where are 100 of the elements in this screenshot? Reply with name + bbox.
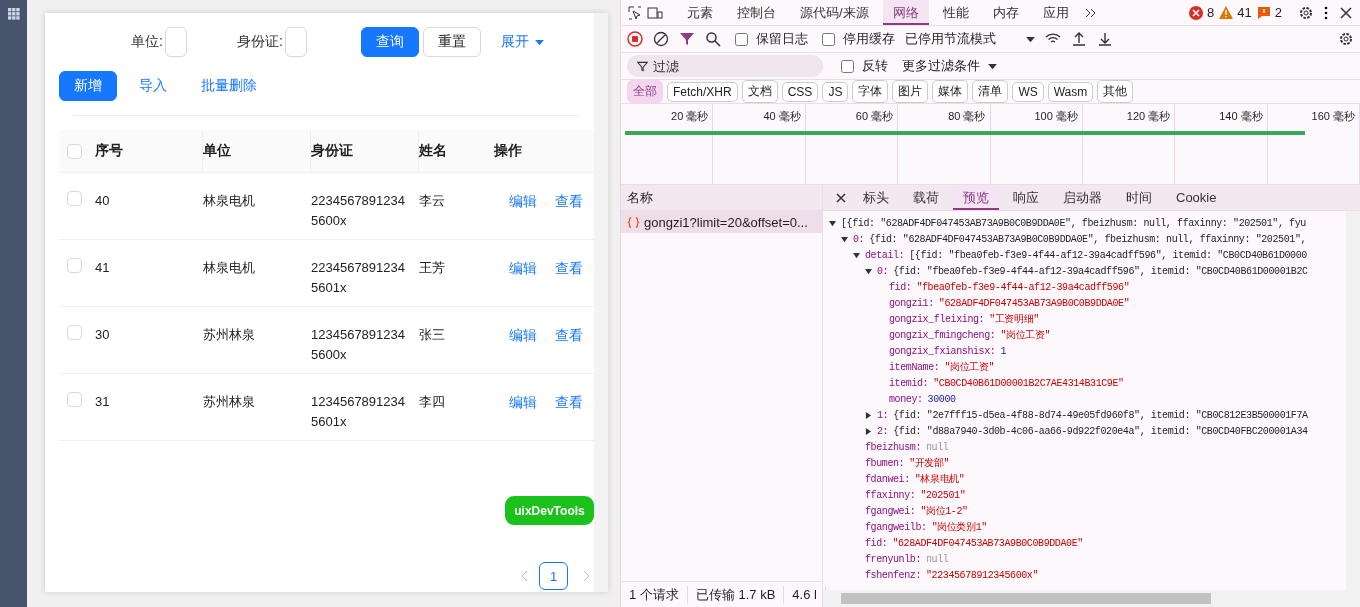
table-cell-text: 40 (95, 192, 111, 210)
checkbox[interactable] (67, 143, 82, 159)
panel-tab[interactable]: 应用 (1032, 0, 1079, 25)
stop-recording-icon[interactable] (627, 31, 643, 47)
panel-tab[interactable]: 网络 (882, 0, 929, 25)
type-filter-chip[interactable]: 其他 (1097, 80, 1134, 103)
json-key: fshenfenz: (865, 569, 921, 581)
json-key: gongzix_fleixing: (889, 313, 985, 325)
json-value: "628ADF4DF047453AB73A9B0C0B9DDA0E" (892, 537, 1083, 549)
view-link[interactable]: 查看 (555, 260, 583, 276)
throttling-dropdown[interactable]: 已停用节流模式 (905, 29, 1035, 49)
detail-tab[interactable]: 响应 (1003, 185, 1049, 210)
filter-field[interactable]: 过滤 (627, 55, 823, 77)
type-filter-chip[interactable]: Fetch/XHR (667, 81, 738, 102)
checkbox[interactable] (67, 191, 82, 206)
search-icon[interactable] (705, 31, 721, 47)
action-link[interactable]: 批量删除 (189, 71, 269, 101)
type-filter-chip[interactable]: WS (1012, 81, 1044, 102)
view-link[interactable]: 查看 (555, 193, 583, 209)
view-link[interactable]: 查看 (555, 327, 583, 343)
panel-tab[interactable]: 内存 (982, 0, 1029, 25)
triangle-down-icon[interactable] (853, 251, 860, 259)
checkbox[interactable] (841, 59, 854, 73)
request-item[interactable]: gongzi1?limit=20&offset=0... (621, 211, 822, 233)
filter-icon (637, 61, 648, 72)
settings-icon[interactable] (1298, 4, 1314, 21)
edit-link[interactable]: 编辑 (509, 394, 537, 410)
type-filter-chip[interactable]: 文档 (741, 80, 778, 103)
checkbox[interactable] (735, 32, 748, 46)
more-filters-dropdown[interactable]: 更多过滤条件 (902, 56, 997, 76)
type-filter-chip[interactable]: 全部 (627, 80, 663, 103)
device-icon[interactable] (647, 4, 663, 21)
panel-tab[interactable]: 性能 (932, 0, 979, 25)
triangle-down-icon[interactable] (841, 235, 848, 243)
view-link[interactable]: 查看 (555, 394, 583, 410)
edit-link[interactable]: 编辑 (509, 260, 537, 276)
table-cell-text: 苏州林泉 (203, 393, 256, 411)
download-icon[interactable] (1097, 31, 1113, 47)
checkbox[interactable] (67, 258, 82, 273)
panel-tab[interactable]: 控制台 (727, 0, 786, 25)
detail-tab[interactable]: Cookie (1166, 185, 1227, 210)
type-filter-chip[interactable]: JS (822, 81, 849, 102)
triangle-right-icon[interactable] (865, 411, 872, 419)
type-filter-chip[interactable]: 字体 (852, 80, 889, 103)
text-input[interactable] (164, 27, 187, 57)
upload-icon[interactable] (1071, 31, 1087, 47)
count-text: 8 (1207, 5, 1215, 20)
type-filter-chip[interactable]: 媒体 (932, 80, 969, 103)
json-value: "岗位工资" (944, 361, 995, 374)
detail-tab[interactable]: 时间 (1116, 185, 1162, 210)
checkbox[interactable] (822, 32, 835, 46)
caret-down-icon (1026, 35, 1035, 43)
status-text: 1 个请求 (621, 585, 688, 604)
triangle-down-icon[interactable] (865, 267, 872, 275)
json-value: 1 (1000, 345, 1007, 357)
scrollbar[interactable] (823, 590, 1360, 607)
edit-link[interactable]: 编辑 (509, 327, 537, 343)
checkbox[interactable] (67, 392, 82, 407)
table-cell-text: 41 (95, 259, 111, 277)
query-button[interactable]: 查询 (360, 27, 419, 57)
json-value: "岗位1-2" (920, 505, 968, 518)
add-button[interactable]: 新增 (59, 71, 117, 101)
column-header: 姓名 (419, 142, 447, 160)
type-filter-chip[interactable]: 图片 (892, 80, 929, 103)
text-input[interactable] (284, 27, 307, 57)
settings-icon[interactable] (1338, 31, 1354, 47)
page-button[interactable]: 1 (539, 562, 568, 590)
expand-link[interactable]: 展开 (488, 27, 556, 57)
json-value: {fid: "2e7fff15-d5ea-4f88-8d74-49e05fd960f8", itemid: "CB0C812E3B500001F7A (893, 409, 1308, 421)
type-filter-chip[interactable]: 清单 (972, 80, 1009, 103)
json-key: itemName: (889, 361, 940, 373)
json-key: fid: (865, 537, 888, 549)
type-filter-chip[interactable]: Wasm (1047, 81, 1094, 102)
close-icon[interactable] (1338, 4, 1354, 21)
error-icon (1188, 4, 1205, 21)
detail-tab[interactable]: 启动器 (1053, 185, 1112, 210)
detail-tab[interactable]: 标头 (853, 185, 899, 210)
panel-tab[interactable]: 元素 (677, 0, 723, 25)
panel-tab[interactable]: 源代码/来源 (790, 0, 879, 25)
json-key: money: (889, 393, 923, 405)
detail-tab[interactable]: 预览 (953, 185, 999, 210)
edit-link[interactable]: 编辑 (509, 193, 537, 209)
clear-icon[interactable] (653, 31, 669, 47)
action-link[interactable]: 导入 (127, 71, 179, 101)
caret-down-icon (988, 62, 997, 70)
grid-menu-icon[interactable] (7, 8, 20, 20)
json-value: {fid: "d88a7940-3d0b-4c06-aa66-9d922f020e4a", itemid: "CB0CD40FBC200001A34 (893, 425, 1308, 437)
filter-icon[interactable] (679, 31, 695, 47)
triangle-down-icon[interactable] (829, 219, 836, 227)
scrollbar[interactable] (1346, 211, 1360, 590)
checkbox[interactable] (67, 325, 82, 340)
table-cell-text: 李四 (419, 393, 446, 411)
type-filter-chip[interactable]: CSS (781, 81, 819, 102)
triangle-right-icon[interactable] (865, 427, 872, 435)
scrollbar[interactable] (594, 13, 608, 592)
inspect-icon[interactable] (627, 4, 643, 21)
reset-button[interactable]: 重置 (422, 27, 481, 57)
detail-tab[interactable]: 载荷 (903, 185, 949, 210)
json-key: 2: (877, 425, 889, 437)
json-key: fid: (889, 281, 912, 293)
